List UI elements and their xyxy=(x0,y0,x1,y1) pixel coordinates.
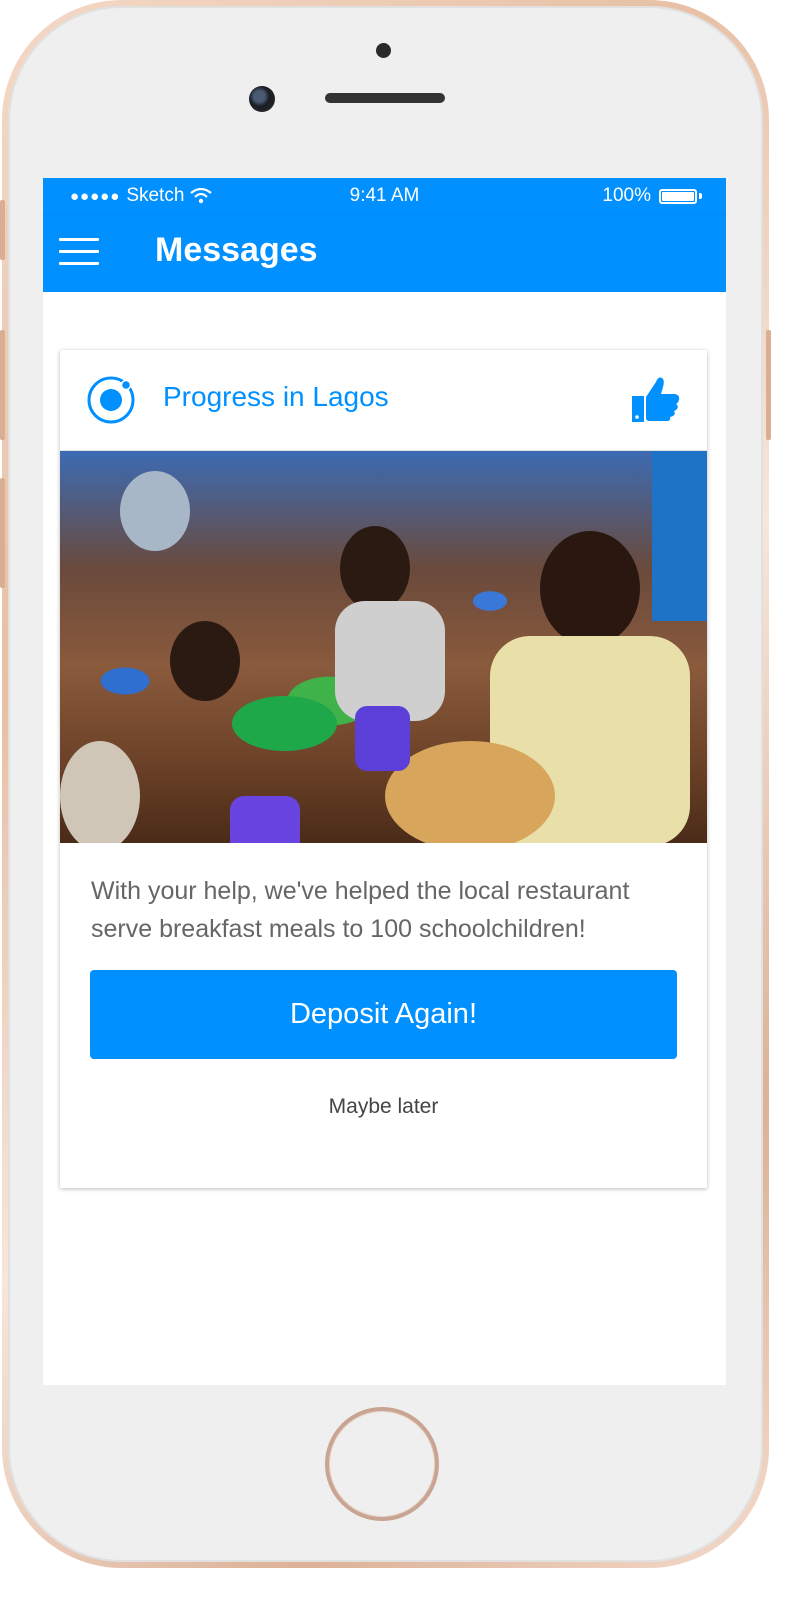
photo-bowl xyxy=(232,696,337,751)
battery-tip xyxy=(699,193,702,199)
photo-figure xyxy=(335,601,445,721)
menu-icon-line xyxy=(59,250,99,253)
screen: ●●●●● Sketch 9:41 AM 100% Messages Progr… xyxy=(43,178,726,1385)
content-area: Progress in Lagos With your help, we've … xyxy=(43,292,726,1385)
nav-bar: Messages xyxy=(43,216,726,292)
proximity-sensor xyxy=(376,43,391,58)
card-photo xyxy=(60,451,707,843)
photo-wall xyxy=(652,451,707,621)
menu-button[interactable] xyxy=(59,238,99,270)
photo-figure xyxy=(170,621,240,701)
home-button[interactable] xyxy=(325,1407,439,1521)
message-card: Progress in Lagos With your help, we've … xyxy=(60,350,707,1188)
battery-percentage: 100% xyxy=(602,185,651,206)
power-button xyxy=(766,330,771,440)
card-header: Progress in Lagos xyxy=(60,350,707,451)
menu-icon-line xyxy=(59,262,99,265)
earpiece-speaker xyxy=(325,93,445,103)
card-title: Progress in Lagos xyxy=(163,381,389,412)
photo-figure xyxy=(120,471,190,551)
card-message: With your help, we've helped the local r… xyxy=(91,877,630,943)
deposit-again-button[interactable]: Deposit Again! xyxy=(90,970,677,1059)
menu-icon xyxy=(59,238,99,241)
photo-figure xyxy=(540,531,640,646)
photo-cup xyxy=(355,706,410,771)
volume-down-button xyxy=(0,478,5,588)
photo-bowl xyxy=(385,741,555,843)
maybe-later-button[interactable]: Maybe later xyxy=(60,1095,707,1119)
page-title: Messages xyxy=(155,231,318,269)
front-camera xyxy=(249,86,275,112)
ionic-logo-icon xyxy=(87,376,135,424)
photo-figure xyxy=(340,526,410,611)
volume-up-button xyxy=(0,330,5,440)
photo-pot xyxy=(60,741,140,843)
thumbs-up-icon[interactable] xyxy=(630,374,682,426)
status-bar: ●●●●● Sketch 9:41 AM 100% xyxy=(43,178,726,216)
battery-icon xyxy=(659,188,697,204)
photo-cup xyxy=(230,796,300,843)
mute-switch xyxy=(0,200,5,260)
